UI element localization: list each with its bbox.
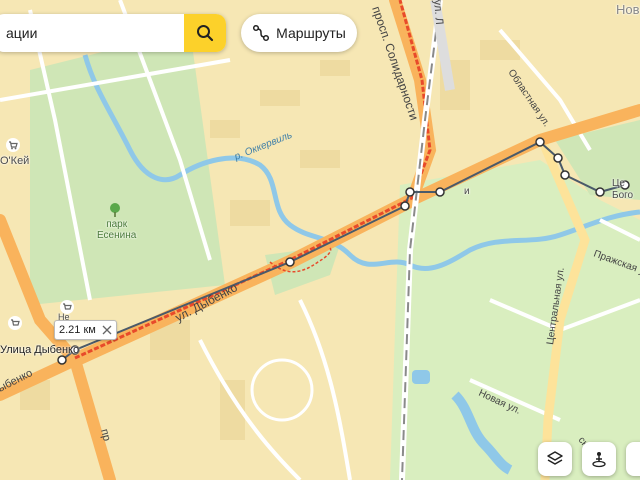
layers-button[interactable] — [538, 442, 572, 476]
label-i: и — [464, 186, 470, 197]
panorama-icon — [590, 450, 608, 468]
extra-control-button[interactable] — [626, 442, 640, 476]
search-icon — [196, 24, 214, 42]
routes-button[interactable]: Маршруты — [241, 14, 357, 52]
measure-point[interactable] — [400, 201, 410, 211]
label-top-right: Нов — [616, 2, 640, 17]
layers-icon — [546, 450, 564, 468]
distance-badge: 2.21 км — [54, 320, 117, 340]
label-bog: Бого — [612, 190, 634, 201]
close-icon[interactable] — [102, 325, 112, 335]
label-park-esenina: парк Есенина — [97, 219, 137, 241]
measure-point[interactable] — [535, 137, 545, 147]
panorama-button[interactable] — [582, 442, 616, 476]
search-button[interactable] — [184, 14, 226, 52]
map-canvas[interactable]: просп. Солидарности ул. Л Областная ул. … — [0, 0, 640, 480]
label-ce: Це — [612, 178, 625, 189]
measure-point[interactable] — [57, 355, 67, 365]
shopping-cart-icon[interactable] — [6, 138, 20, 157]
small-pond — [412, 370, 430, 384]
measure-point[interactable] — [435, 187, 445, 197]
green-area-east — [390, 160, 640, 480]
routes-label: Маршруты — [276, 25, 346, 41]
label-ul-l: ул. Л — [431, 0, 445, 25]
measure-point[interactable] — [285, 257, 295, 267]
distance-value: 2.21 км — [59, 324, 96, 336]
shopping-cart-icon[interactable] — [8, 316, 22, 335]
label-metro-dybenko: Улица Дыбенко — [0, 344, 80, 356]
measure-point[interactable] — [560, 170, 570, 180]
search-bar — [0, 14, 226, 52]
measure-point[interactable] — [405, 187, 415, 197]
measure-point[interactable] — [553, 153, 563, 163]
measure-point[interactable] — [595, 187, 605, 197]
route-icon — [252, 24, 270, 42]
search-input[interactable] — [0, 14, 188, 52]
